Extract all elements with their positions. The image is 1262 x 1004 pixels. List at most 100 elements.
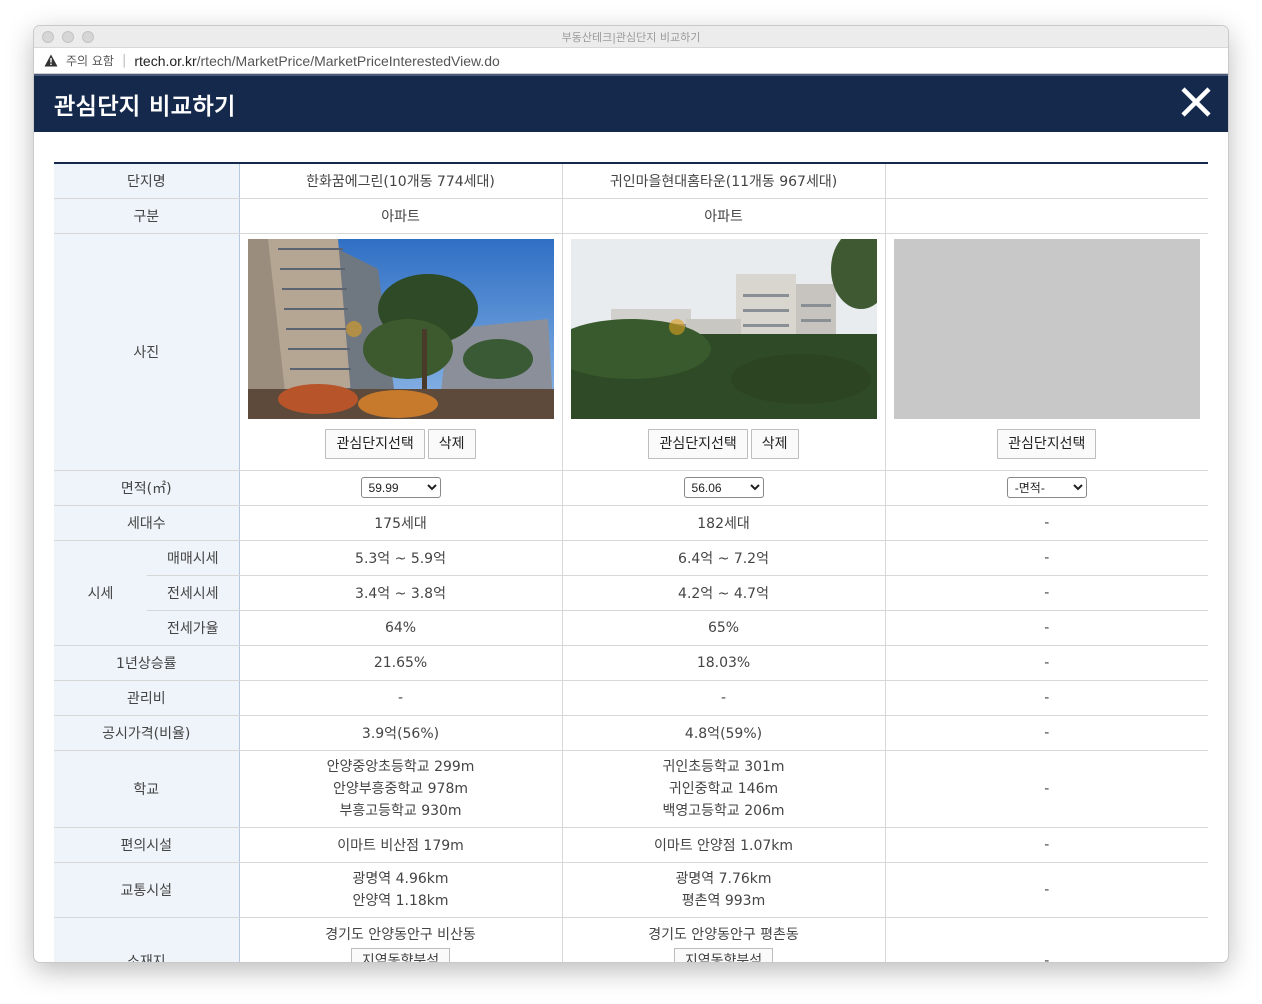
complex-1-transport-2: 안양역 1.18km bbox=[352, 892, 449, 909]
complex-1-sale: 5.3억 ~ 5.9억 bbox=[239, 540, 563, 576]
comparison-table: 단지명 한화꿈에그린(10개동 774세대) 귀인마을현대홈타운(11개동 96… bbox=[54, 162, 1209, 962]
complex-3-growth: - bbox=[885, 645, 1209, 681]
complex-2-area-cell: 56.06 bbox=[562, 470, 886, 506]
row-school: 학교 안양중앙초등학교 299m 안양부흥중학교 978m 부흥고등학교 930… bbox=[54, 750, 1209, 828]
window-titlebar: 부동산테크|관심단지 비교하기 bbox=[34, 26, 1228, 48]
security-warning-text: 주의 요함 bbox=[66, 54, 114, 68]
complex-1-select-button[interactable]: 관심단지선택 bbox=[325, 429, 425, 459]
complex-1-households: 175세대 bbox=[239, 505, 563, 541]
complex-3-select-button[interactable]: 관심단지선택 bbox=[997, 429, 1097, 459]
complex-2-delete-button[interactable]: 삭제 bbox=[750, 429, 799, 459]
complex-2-ratio: 65% bbox=[562, 610, 886, 646]
complex-3-sale: - bbox=[885, 540, 1209, 576]
url-host: rtech.or.kr bbox=[134, 52, 197, 69]
label-area: 면적(㎡) bbox=[54, 470, 240, 506]
complex-3-jeonse: - bbox=[885, 575, 1209, 611]
complex-1-area-cell: 59.99 bbox=[239, 470, 563, 506]
comparison-content: 단지명 한화꿈에그린(10개동 774세대) 귀인마을현대홈타운(11개동 96… bbox=[34, 132, 1228, 962]
complex-1-school-2: 안양부흥중학교 978m bbox=[333, 780, 468, 797]
window-title: 부동산테크|관심단지 비교하기 bbox=[561, 30, 701, 44]
complex-1-school-1: 안양중앙초등학교 299m bbox=[326, 758, 475, 775]
complex-2-official: 4.8억(59%) bbox=[562, 715, 886, 751]
label-ratio: 전세가율 bbox=[147, 610, 240, 646]
complex-1-official: 3.9억(56%) bbox=[239, 715, 563, 751]
warning-icon bbox=[44, 54, 58, 67]
row-jeonse-price: 전세시세 3.4억 ~ 3.8억 4.2억 ~ 4.7억 - bbox=[54, 575, 1209, 611]
complex-2-school-1: 귀인초등학교 301m bbox=[662, 758, 785, 775]
label-school: 학교 bbox=[54, 750, 240, 828]
complex-1-growth: 21.65% bbox=[239, 645, 563, 681]
complex-2-growth: 18.03% bbox=[562, 645, 886, 681]
complex-3-photo-placeholder bbox=[893, 239, 1200, 419]
complex-1-name: 한화꿈에그린(10개동 774세대) bbox=[239, 163, 563, 199]
traffic-lights bbox=[42, 31, 94, 43]
complex-1-schools: 안양중앙초등학교 299m 안양부흥중학교 978m 부흥고등학교 930m bbox=[239, 750, 563, 828]
complex-3-name bbox=[885, 163, 1209, 199]
close-icon[interactable] bbox=[1178, 84, 1214, 120]
row-convenience: 편의시설 이마트 비산점 179m 이마트 안양점 1.07km - bbox=[54, 827, 1209, 863]
complex-3-official: - bbox=[885, 715, 1209, 751]
complex-1-transport-1: 광명역 4.96km bbox=[352, 870, 449, 887]
complex-2-area-select[interactable]: 56.06 bbox=[683, 477, 764, 498]
label-sale: 매매시세 bbox=[147, 540, 240, 576]
label-jeonse: 전세시세 bbox=[147, 575, 240, 611]
row-transport: 교통시설 광명역 4.96km 안양역 1.18km 광명역 7.76km 평촌… bbox=[54, 862, 1209, 918]
label-photo: 사진 bbox=[54, 233, 240, 471]
complex-2-type: 아파트 bbox=[562, 198, 886, 234]
complex-2-jeonse: 4.2억 ~ 4.7억 bbox=[562, 575, 886, 611]
row-households: 세대수 175세대 182세대 - bbox=[54, 505, 1209, 541]
close-window-button[interactable] bbox=[42, 31, 54, 43]
row-jeonse-ratio: 전세가율 64% 65% - bbox=[54, 610, 1209, 646]
row-area: 면적(㎡) 59.99 56.06 -면적- bbox=[54, 470, 1209, 506]
complex-3-transport: - bbox=[885, 862, 1209, 918]
label-official: 공시가격(비율) bbox=[54, 715, 240, 751]
complex-2-transport: 광명역 7.76km 평촌역 993m bbox=[562, 862, 886, 918]
label-growth: 1년상승률 bbox=[54, 645, 240, 681]
complex-1-photo-cell: 관심단지선택 삭제 bbox=[239, 233, 563, 471]
label-type: 구분 bbox=[54, 198, 240, 234]
complex-1-school-3: 부흥고등학교 930m bbox=[339, 802, 462, 819]
complex-1-fee: - bbox=[239, 680, 563, 716]
complex-1-actions: 관심단지선택 삭제 bbox=[240, 429, 562, 459]
complex-2-select-button[interactable]: 관심단지선택 bbox=[648, 429, 748, 459]
complex-1-ratio: 64% bbox=[239, 610, 563, 646]
url-path: /rtech/MarketPrice/MarketPriceInterested… bbox=[196, 52, 500, 69]
complex-3-area-cell: -면적- bbox=[885, 470, 1209, 506]
complex-3-ratio: - bbox=[885, 610, 1209, 646]
row-location: 소재지 경기도 안양동안구 비산동 지역동향분석 경기도 안양동안구 평촌동 지… bbox=[54, 917, 1209, 962]
complex-2-photo-cell: 관심단지선택 삭제 bbox=[562, 233, 886, 471]
complex-2-school-3: 백영고등학교 206m bbox=[662, 802, 785, 819]
label-fee: 관리비 bbox=[54, 680, 240, 716]
complex-2-region-button[interactable]: 지역동향분석 bbox=[673, 947, 774, 962]
complex-1-location-cell: 경기도 안양동안구 비산동 지역동향분석 bbox=[239, 917, 563, 962]
complex-1-area-select[interactable]: 59.99 bbox=[360, 477, 441, 498]
complex-2-name: 귀인마을현대홈타운(11개동 967세대) bbox=[562, 163, 886, 199]
complex-2-location-cell: 경기도 안양동안구 평촌동 지역동향분석 bbox=[562, 917, 886, 962]
label-price: 시세 bbox=[54, 540, 147, 646]
complex-1-photo bbox=[247, 239, 554, 419]
row-name: 단지명 한화꿈에그린(10개동 774세대) 귀인마을현대홈타운(11개동 96… bbox=[54, 163, 1209, 199]
complex-2-photo bbox=[570, 239, 877, 419]
complex-3-actions: 관심단지선택 bbox=[886, 429, 1209, 459]
zoom-window-button[interactable] bbox=[82, 31, 94, 43]
address-separator: | bbox=[121, 53, 127, 68]
minimize-window-button[interactable] bbox=[62, 31, 74, 43]
complex-2-school-2: 귀인중학교 146m bbox=[668, 780, 779, 797]
complex-2-fee: - bbox=[562, 680, 886, 716]
complex-3-type bbox=[885, 198, 1209, 234]
complex-2-convenience: 이마트 안양점 1.07km bbox=[562, 827, 886, 863]
complex-1-convenience: 이마트 비산점 179m bbox=[239, 827, 563, 863]
address-bar[interactable]: 주의 요함 | rtech.or.kr/rtech/MarketPrice/Ma… bbox=[34, 48, 1228, 74]
complex-3-convenience: - bbox=[885, 827, 1209, 863]
label-name: 단지명 bbox=[54, 163, 240, 199]
complex-1-delete-button[interactable]: 삭제 bbox=[427, 429, 476, 459]
complex-2-transport-1: 광명역 7.76km bbox=[675, 870, 772, 887]
complex-3-area-select[interactable]: -면적- bbox=[1006, 477, 1087, 498]
row-growth: 1년상승률 21.65% 18.03% - bbox=[54, 645, 1209, 681]
complex-1-region-button[interactable]: 지역동향분석 bbox=[350, 947, 451, 962]
complex-2-sale: 6.4억 ~ 7.2억 bbox=[562, 540, 886, 576]
complex-1-jeonse: 3.4억 ~ 3.8억 bbox=[239, 575, 563, 611]
complex-2-schools: 귀인초등학교 301m 귀인중학교 146m 백영고등학교 206m bbox=[562, 750, 886, 828]
complex-3-photo-cell: 관심단지선택 bbox=[885, 233, 1209, 471]
row-official-price: 공시가격(비율) 3.9억(56%) 4.8억(59%) - bbox=[54, 715, 1209, 751]
